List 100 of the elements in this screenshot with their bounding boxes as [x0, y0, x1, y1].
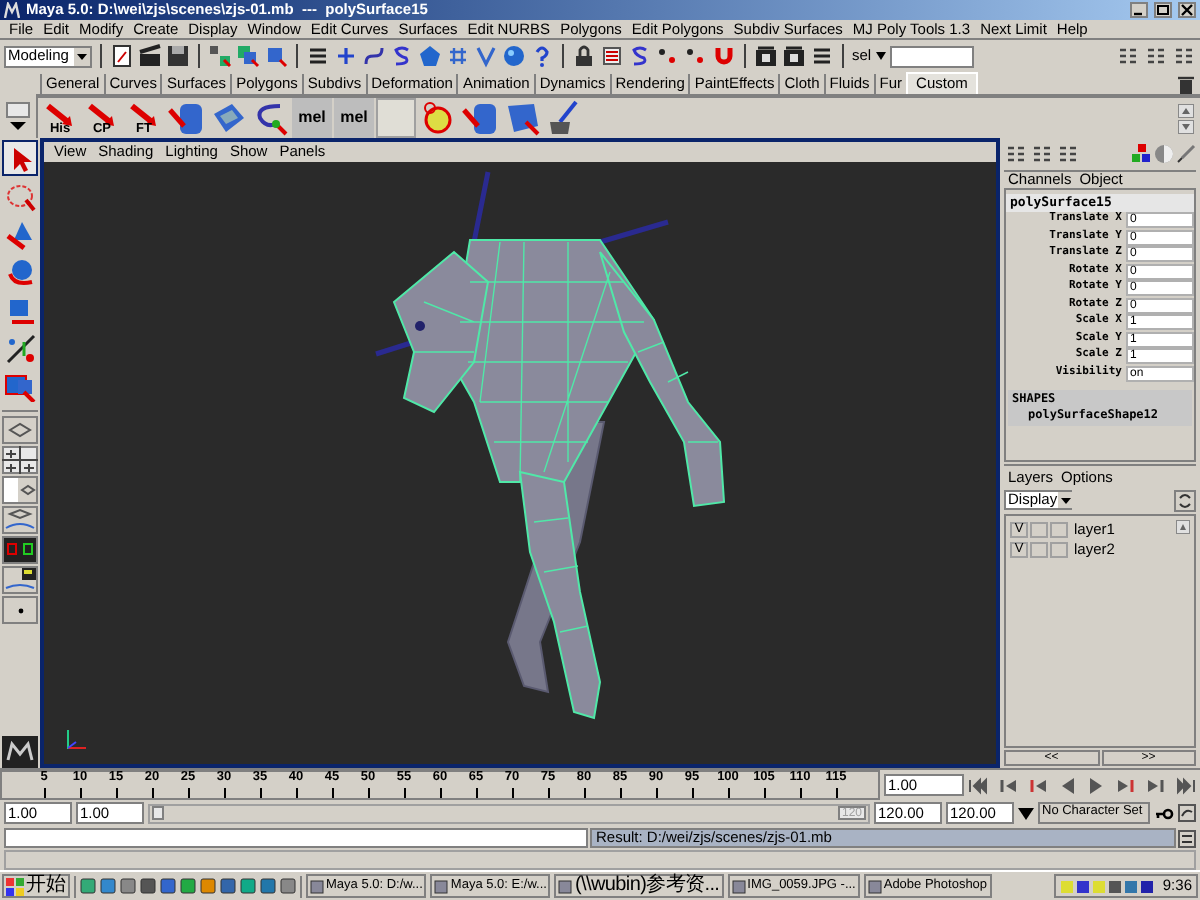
tick-mark	[331, 787, 333, 798]
tick-mark	[115, 787, 117, 798]
diamond-plane-icon[interactable]	[208, 98, 248, 138]
cylinder-arrow-icon[interactable]	[460, 98, 500, 138]
bars-icon[interactable]	[810, 44, 834, 68]
plus-icon[interactable]	[334, 44, 358, 68]
key-icon[interactable]	[1154, 805, 1174, 821]
scale-cube-icon	[4, 294, 36, 326]
script-editor-icon[interactable]	[1178, 829, 1196, 847]
tick-mark	[619, 787, 621, 798]
rotate-sphere-icon	[4, 256, 36, 288]
curve-icon[interactable]	[362, 44, 386, 68]
graph-layout-icon[interactable]	[2, 506, 38, 534]
restore-icon	[1154, 2, 1172, 18]
s-curve-icon[interactable]	[390, 44, 414, 68]
scroll-down-icon[interactable]	[1178, 119, 1194, 133]
dots-icon[interactable]	[656, 44, 680, 68]
play-forward-icon[interactable]	[1086, 775, 1107, 795]
step-forward-key-icon[interactable]	[1145, 775, 1166, 795]
hypergraph-layout-icon[interactable]	[2, 536, 38, 564]
panel-layout-icon[interactable]	[1116, 44, 1140, 68]
window-icon	[434, 879, 449, 893]
polygon-icon[interactable]	[418, 44, 442, 68]
tick-mark	[655, 787, 657, 798]
tick-mark	[439, 787, 441, 798]
outliner-layout-icon[interactable]	[2, 476, 38, 504]
window-icon	[867, 879, 882, 893]
tool-button[interactable]	[2, 140, 38, 176]
shaded-sphere-icon[interactable]	[1154, 144, 1174, 164]
restore-button[interactable]	[1154, 2, 1172, 18]
tick-mark	[187, 787, 189, 798]
animation-preferences-icon[interactable]	[1178, 804, 1196, 822]
play-backward-icon[interactable]	[1057, 775, 1078, 795]
document-icon[interactable]	[110, 44, 134, 68]
window-icon	[310, 879, 324, 893]
caret-icon	[875, 52, 886, 60]
sphere-icon[interactable]	[502, 44, 526, 68]
step-forward-frame-icon[interactable]	[1116, 775, 1137, 795]
list-icon[interactable]	[600, 44, 624, 68]
bars-icon[interactable]	[306, 44, 330, 68]
s-curve-icon[interactable]	[628, 44, 652, 68]
panel-layout-icon[interactable]	[1144, 44, 1168, 68]
close-button[interactable]	[1178, 2, 1196, 18]
tick-mark	[583, 787, 585, 798]
step-back-frame-icon[interactable]	[1027, 775, 1048, 795]
grid-icon[interactable]	[446, 44, 470, 68]
cubes-icon[interactable]	[236, 44, 260, 68]
cube-icon[interactable]	[264, 44, 288, 68]
tick-mark	[403, 787, 405, 798]
arrow-icon	[128, 98, 158, 128]
lock-icon[interactable]	[572, 44, 596, 68]
tick-mark	[367, 787, 369, 798]
film-icon[interactable]	[754, 44, 778, 68]
mel-shelf-button[interactable]: mel	[334, 98, 374, 138]
step-back-key-icon[interactable]	[998, 775, 1019, 795]
minimize-button[interactable]	[1130, 2, 1148, 18]
range-start-handle[interactable]	[152, 806, 164, 820]
tick-mark	[727, 787, 729, 798]
help-icon[interactable]	[530, 44, 554, 68]
selection-field[interactable]	[889, 45, 974, 67]
render-layout-icon[interactable]	[2, 566, 38, 594]
caret-icon[interactable]	[1018, 807, 1034, 819]
tick-mark	[511, 787, 513, 798]
cylinder-arrow-icon[interactable]	[166, 98, 206, 138]
maya-logo-icon	[4, 2, 20, 18]
start-button[interactable]: 开始	[2, 874, 70, 898]
trash-can-icon[interactable]	[1178, 74, 1194, 94]
panel-layout-icon[interactable]	[1030, 142, 1054, 166]
panel-layout-icon[interactable]	[1004, 142, 1028, 166]
tick-mark	[763, 787, 765, 798]
caret-icon	[74, 47, 90, 65]
scroll-up-icon[interactable]	[1178, 103, 1194, 117]
new-layer-icon[interactable]	[1174, 489, 1196, 511]
mel-shelf-button[interactable]: mel	[292, 98, 332, 138]
lasso-icon	[4, 180, 36, 212]
taskbar-button[interactable]: (\\wubin)参考资...	[554, 874, 724, 898]
window-icon	[558, 879, 573, 893]
go-to-start-icon[interactable]	[968, 775, 989, 795]
tick-mark	[43, 787, 45, 798]
v-icon[interactable]	[474, 44, 498, 68]
color-swatch[interactable]	[1050, 542, 1068, 558]
close-icon	[1178, 2, 1196, 18]
clapperboard-icon[interactable]	[138, 44, 162, 68]
single-view-layout-icon[interactable]	[2, 416, 38, 444]
manipulator-icon	[4, 332, 36, 364]
panel-layout-icon[interactable]	[1056, 142, 1080, 166]
pin-icon[interactable]	[1176, 144, 1196, 164]
tick-mark	[835, 787, 837, 798]
panel-layout-icon[interactable]	[1172, 44, 1196, 68]
film-icon[interactable]	[782, 44, 806, 68]
command-field[interactable]	[4, 828, 588, 848]
dots-icon[interactable]	[684, 44, 708, 68]
scroll-up-icon[interactable]	[1176, 520, 1190, 534]
color-swatch[interactable]	[1050, 522, 1068, 538]
creature-model-drawing[interactable]	[373, 169, 726, 720]
cone-arrow-icon	[4, 218, 36, 250]
go-to-end-icon[interactable]	[1175, 775, 1196, 795]
plane-arrow-icon[interactable]	[502, 98, 542, 138]
four-view-layout-icon[interactable]	[2, 446, 38, 474]
color-cubes-icon[interactable]	[1132, 144, 1152, 164]
